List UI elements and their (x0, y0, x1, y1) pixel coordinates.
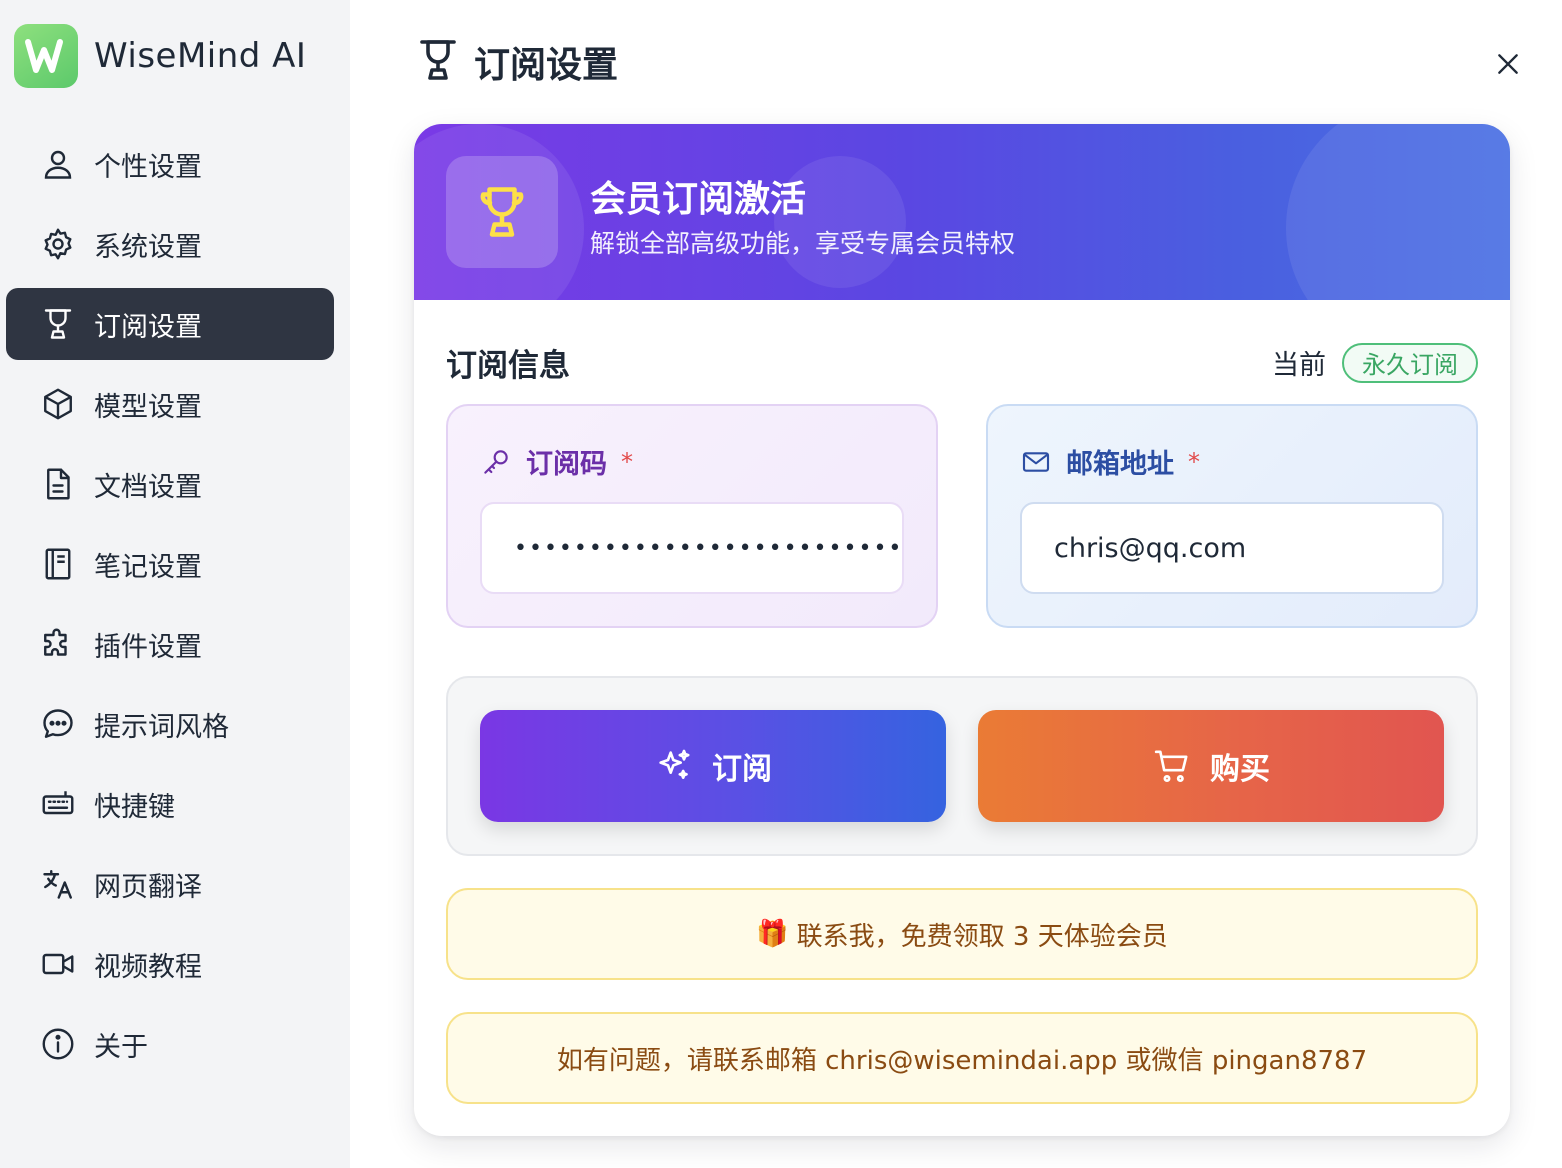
sidebar-item-translate[interactable]: 网页翻译 (6, 848, 334, 920)
subscription-code-label: 订阅码 * (480, 442, 633, 481)
close-icon (1498, 54, 1518, 74)
info-icon (38, 1024, 78, 1064)
sidebar-item-subscription[interactable]: 订阅设置 (6, 288, 334, 360)
app-name: WiseMind AI (94, 36, 307, 76)
trophy-icon (480, 187, 524, 237)
keyboard-icon (38, 784, 78, 824)
sidebar-item-about[interactable]: 关于 (6, 1008, 334, 1080)
sidebar: WiseMind AI 个性设置 系统设置 订阅设置 模型设置 文档设置 笔记设… (0, 0, 350, 1168)
sidebar-item-plugins[interactable]: 插件设置 (6, 608, 334, 680)
trial-notice: 🎁 联系我，免费领取 3 天体验会员 (446, 888, 1478, 980)
current-plan: 当前 永久订阅 (1272, 342, 1478, 383)
required-mark: * (621, 447, 633, 476)
brand: WiseMind AI (14, 24, 306, 88)
sidebar-item-label: 文档设置 (94, 471, 202, 503)
subscription-card: 会员订阅激活 解锁全部高级功能，享受专属会员特权 订阅信息 当前 永久订阅 订阅… (414, 124, 1510, 1136)
sidebar-item-prompt-style[interactable]: 提示词风格 (6, 688, 334, 760)
sidebar-item-document[interactable]: 文档设置 (6, 448, 334, 520)
sidebar-item-label: 提示词风格 (94, 711, 229, 743)
sidebar-item-label: 模型设置 (94, 391, 202, 423)
mail-icon (1022, 451, 1050, 472)
close-button[interactable] (1490, 46, 1526, 82)
subscription-code-group: 订阅码 * •••••••••••••••••••••••••••••• (446, 404, 938, 628)
banner-title: 会员订阅激活 (590, 179, 807, 220)
email-group: 邮箱地址 * chris@qq.com (986, 404, 1478, 628)
plan-badge: 永久订阅 (1342, 342, 1478, 383)
sidebar-item-notes[interactable]: 笔记设置 (6, 528, 334, 600)
email-label: 邮箱地址 * (1020, 442, 1200, 481)
chat-bubble-icon (38, 704, 78, 744)
current-label: 当前 (1272, 350, 1326, 381)
app-window: WiseMind AI 个性设置 系统设置 订阅设置 模型设置 文档设置 笔记设… (0, 0, 1562, 1168)
sidebar-item-label: 关于 (94, 1031, 148, 1063)
main-panel: 订阅设置 会员订阅激活 解锁全部高级功能，享受专属会员特权 订阅信息 当前 永久 (350, 0, 1562, 1168)
cart-icon (1154, 750, 1188, 783)
sidebar-item-label: 系统设置 (94, 231, 202, 263)
subscribe-button[interactable]: 订阅 (480, 710, 946, 822)
sidebar-item-system[interactable]: 系统设置 (6, 208, 334, 280)
gear-icon (38, 224, 78, 264)
trophy-icon (414, 36, 462, 88)
required-mark: * (1188, 447, 1200, 476)
banner-decoration (1286, 124, 1510, 300)
sidebar-item-shortcuts[interactable]: 快捷键 (6, 768, 334, 840)
key-icon (484, 449, 508, 474)
cube-icon (38, 384, 78, 424)
sparkles-icon (659, 749, 690, 779)
sidebar-item-label: 网页翻译 (94, 871, 202, 903)
buy-button[interactable]: 购买 (978, 710, 1444, 822)
sidebar-item-label: 视频教程 (94, 951, 202, 983)
field-label: 订阅码 (526, 449, 607, 480)
sidebar-item-personal[interactable]: 个性设置 (6, 128, 334, 200)
buy-label: 购买 (1210, 752, 1270, 787)
subscription-info-row: 订阅信息 当前 永久订阅 (446, 340, 1478, 385)
contact-notice-text: 如有问题，请联系邮箱 chris@wisemindai.app 或微信 ping… (556, 1045, 1368, 1076)
video-icon (38, 944, 78, 984)
trial-notice-text: 联系我，免费领取 3 天体验会员 (796, 921, 1168, 952)
email-input[interactable]: chris@qq.com (1020, 502, 1444, 594)
sidebar-item-label: 快捷键 (94, 791, 175, 823)
translate-icon (38, 864, 78, 904)
page-title: 订阅设置 (474, 45, 619, 86)
sidebar-item-label: 个性设置 (94, 151, 202, 183)
subscription-code-input[interactable]: •••••••••••••••••••••••••••••• (480, 502, 904, 594)
sidebar-item-label: 笔记设置 (94, 551, 202, 583)
membership-banner: 会员订阅激活 解锁全部高级功能，享受专属会员特权 (414, 124, 1510, 300)
notebook-icon (38, 544, 78, 584)
sidebar-item-label: 订阅设置 (94, 311, 202, 343)
puzzle-icon (38, 624, 78, 664)
action-panel: 订阅 购买 (446, 676, 1478, 856)
app-logo (14, 24, 78, 88)
page-header: 订阅设置 (414, 36, 618, 88)
sidebar-item-model[interactable]: 模型设置 (6, 368, 334, 440)
subscribe-label: 订阅 (712, 752, 772, 787)
sidebar-item-label: 插件设置 (94, 631, 202, 663)
field-label: 邮箱地址 (1066, 449, 1174, 480)
banner-subtitle: 解锁全部高级功能，享受专属会员特权 (590, 229, 1016, 258)
sidebar-item-video-tutorial[interactable]: 视频教程 (6, 928, 334, 1000)
sidebar-nav: 个性设置 系统设置 订阅设置 模型设置 文档设置 笔记设置 插件设置 提示词风格… (6, 128, 334, 1088)
user-icon (38, 144, 78, 184)
trophy-icon (38, 304, 78, 344)
gift-icon: 🎁 (756, 919, 789, 949)
section-title: 订阅信息 (446, 348, 570, 384)
banner-trophy-badge (446, 156, 558, 268)
contact-notice: 如有问题，请联系邮箱 chris@wisemindai.app 或微信 ping… (446, 1012, 1478, 1104)
document-icon (38, 464, 78, 504)
